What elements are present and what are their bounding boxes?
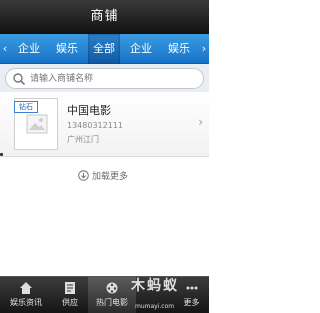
home-icon <box>20 282 32 294</box>
search-icon <box>13 73 26 86</box>
more-icon <box>186 286 197 290</box>
watermark-url: mumayi.com <box>135 303 175 310</box>
supply-icon <box>65 282 75 294</box>
nav-more[interactable]: 更多 <box>174 277 209 313</box>
page-title: 商铺 <box>0 0 209 34</box>
tab-entertainment-2[interactable]: 娱乐 <box>162 34 196 64</box>
shop-location: 广州江门 <box>67 135 99 144</box>
diamond-badge: 钻石 <box>14 101 38 113</box>
scroll-indicator <box>0 153 3 156</box>
search-field[interactable] <box>5 68 204 89</box>
nav-supply-label: 供应 <box>62 298 78 307</box>
category-tab-bar: ‹ 企业 娱乐 全部 企业 娱乐 › <box>0 34 209 64</box>
tab-enterprise-2[interactable]: 企业 <box>124 34 158 64</box>
tab-scroll-left-icon[interactable]: ‹ <box>0 34 10 64</box>
image-placeholder-icon <box>26 114 48 134</box>
nav-more-label: 更多 <box>183 298 200 307</box>
tab-scroll-right-icon[interactable]: › <box>199 34 209 64</box>
search-bar <box>0 64 209 92</box>
shop-list-item[interactable]: 钻石 中国电影 13480312111 广州江门 › <box>0 92 209 157</box>
tab-entertainment[interactable]: 娱乐 <box>50 34 84 64</box>
nav-news[interactable]: 娱乐资讯 <box>0 277 52 313</box>
film-icon <box>106 282 118 294</box>
load-more-label: 加载更多 <box>92 172 129 182</box>
nav-hot-movies-label: 热门电影 <box>96 298 128 307</box>
nav-news-label: 娱乐资讯 <box>10 298 42 307</box>
chevron-right-icon: › <box>198 115 203 129</box>
watermark-logo: 木蚂蚁 <box>131 278 179 294</box>
search-input[interactable] <box>30 69 200 88</box>
shop-name: 中国电影 <box>67 104 111 117</box>
download-arrow-icon <box>78 170 89 181</box>
tab-enterprise[interactable]: 企业 <box>12 34 46 64</box>
nav-supply[interactable]: 供应 <box>52 277 88 313</box>
nav-hot-movies[interactable]: 热门电影 <box>88 277 136 313</box>
load-more-button[interactable]: 加载更多 <box>78 170 128 184</box>
shop-phone: 13480312111 <box>67 121 123 130</box>
tab-all[interactable]: 全部 <box>88 34 120 64</box>
